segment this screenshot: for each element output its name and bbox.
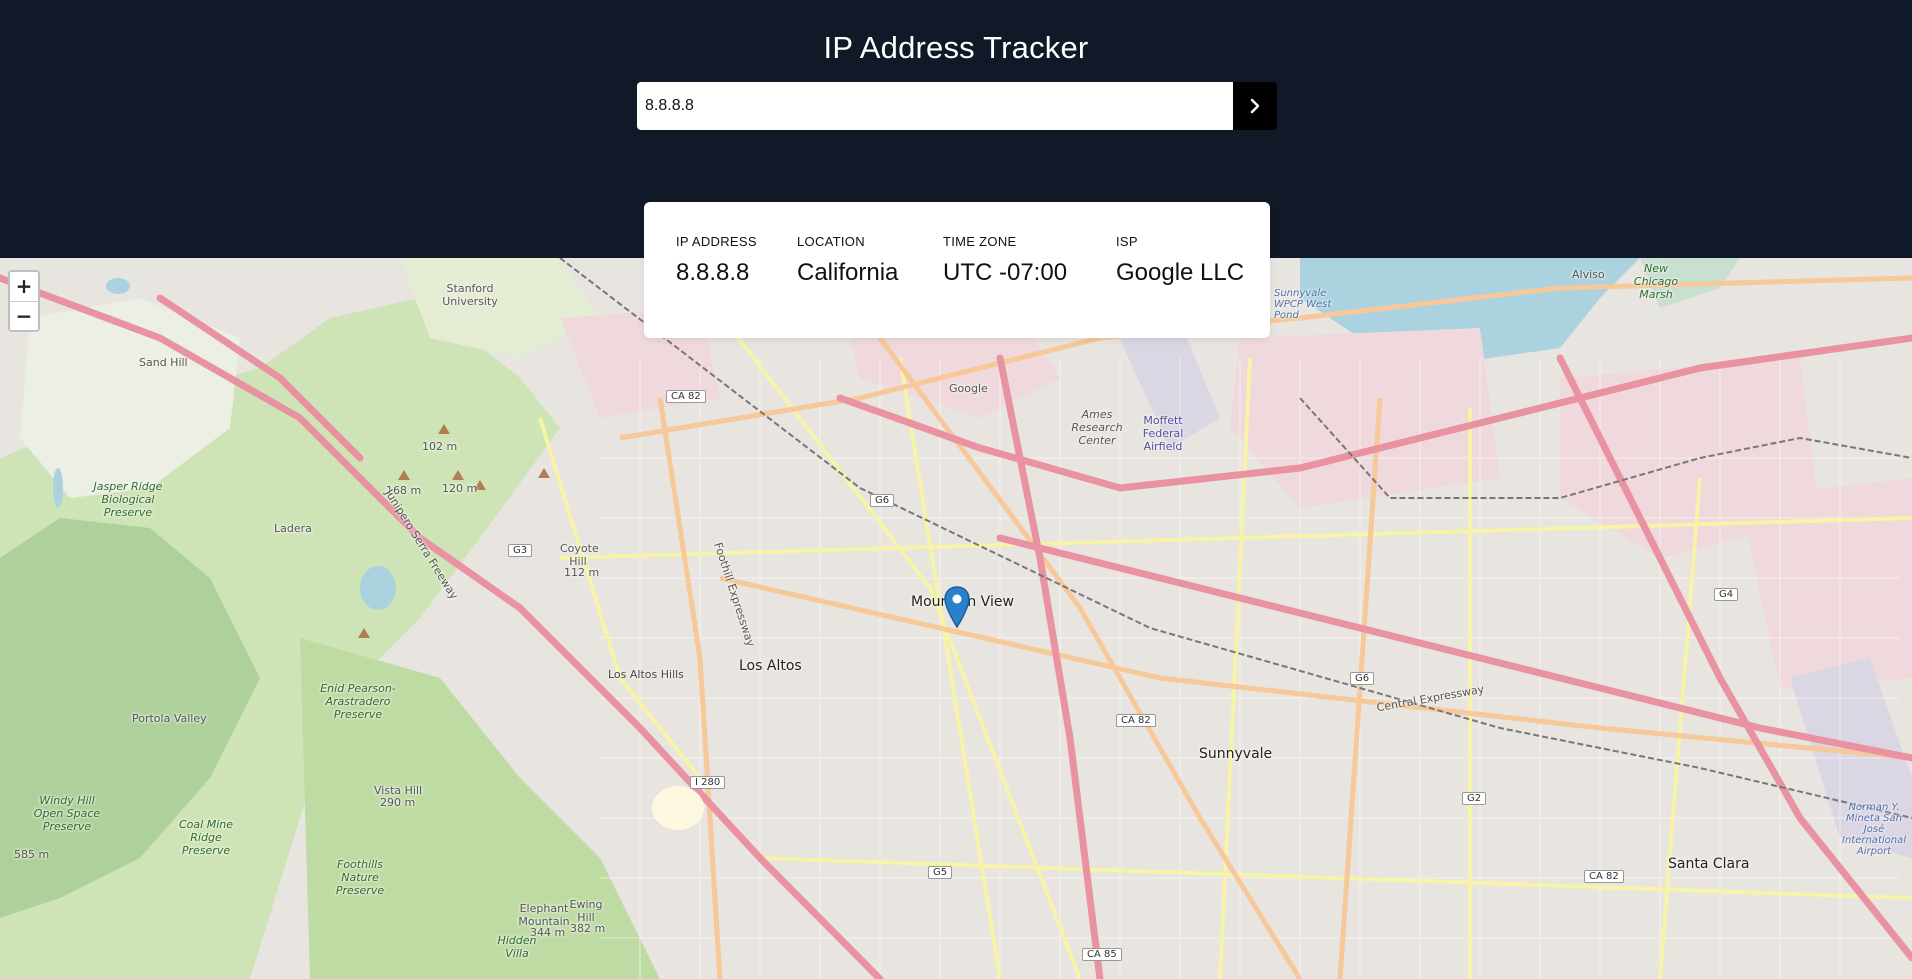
map-label-moffett: Moffett Federal Airfield <box>1142 414 1184 453</box>
map-label-elevation-120: 120 m <box>442 482 478 495</box>
map-label-elevation-102: 102 m <box>422 440 458 453</box>
zoom-out-button[interactable]: − <box>10 301 38 330</box>
map-label-coyote-hill: Coyote Hill <box>560 542 599 568</box>
route-shield: G6 <box>1350 672 1375 685</box>
info-isp: ISP Google LLC <box>1116 234 1244 287</box>
info-value: UTC -07:00 <box>943 259 1068 286</box>
route-shield: CA 82 <box>1116 714 1156 727</box>
map-label-los-altos-hills: Los Altos Hills <box>608 668 684 681</box>
map-label-ewing-hill: Ewing Hill <box>569 898 603 924</box>
map-label-ewing-elevation: 382 m <box>570 922 606 935</box>
map-label-sand-hill: Sand Hill <box>139 356 188 369</box>
zoom-control: + − <box>8 270 40 332</box>
route-shield: I 280 <box>690 776 726 789</box>
info-location: LOCATION California <box>797 234 898 287</box>
map-label-sunnyvale-wpcp: Sunnyvale WPCP West Pond <box>1274 288 1332 321</box>
route-shield: G2 <box>1462 792 1487 805</box>
map-label-portola-valley: Portola Valley <box>132 712 207 725</box>
map-label-foothills: Foothills Nature Preserve <box>335 858 385 897</box>
ip-info-card: IP ADDRESS 8.8.8.8 LOCATION California T… <box>644 202 1270 338</box>
map-label-los-altos: Los Altos <box>739 658 802 674</box>
route-shield: G3 <box>508 544 533 557</box>
map-label-stanford: Stanford University <box>442 282 498 308</box>
map-label-jasper-ridge: Jasper Ridge Biological Preserve <box>93 480 163 519</box>
route-shield: G5 <box>928 866 953 879</box>
zoom-in-button[interactable]: + <box>10 272 38 301</box>
info-label: LOCATION <box>797 234 865 249</box>
info-label: IP ADDRESS <box>676 234 757 249</box>
map-pin-icon[interactable] <box>944 586 970 633</box>
search-form <box>637 82 1277 130</box>
map-label-enid-pearson: Enid Pearson-Arastradero Preserve <box>320 682 396 721</box>
map-label-elevation-585: 585 m <box>14 848 50 861</box>
info-value: Google LLC <box>1116 259 1245 286</box>
map-label-coal-mine: Coal Mine Ridge Preserve <box>179 818 233 857</box>
search-submit-button[interactable] <box>1233 82 1277 130</box>
route-shield: CA 82 <box>1584 870 1624 883</box>
map-label-google: Google <box>949 382 988 395</box>
info-label: ISP <box>1116 234 1138 249</box>
map-label-vista-hill-elevation: 290 m <box>380 796 416 809</box>
route-shield: G4 <box>1714 588 1739 601</box>
map-label-ladera: Ladera <box>274 522 312 535</box>
map-label-coyote-hill-elevation: 112 m <box>564 566 600 579</box>
route-shield: G6 <box>870 494 895 507</box>
map-label-elephant-mountain: Elephant Mountain <box>518 902 570 928</box>
map-label-windy-hill: Windy Hill Open Space Preserve <box>33 794 101 833</box>
map-label-hidden-villa: Hidden Villa <box>497 934 537 960</box>
info-ip-address: IP ADDRESS 8.8.8.8 <box>676 234 757 287</box>
map-label-alviso: Alviso <box>1572 268 1605 281</box>
route-shield: CA 82 <box>666 390 706 403</box>
info-label: TIME ZONE <box>943 234 1017 249</box>
info-time-zone: TIME ZONE UTC -07:00 <box>943 234 1067 287</box>
map-label-santa-clara: Santa Clara <box>1668 856 1750 872</box>
ip-search-input[interactable] <box>637 82 1233 130</box>
page-title: IP Address Tracker <box>823 30 1089 65</box>
route-shield: CA 85 <box>1082 948 1122 961</box>
info-value: 8.8.8.8 <box>676 259 750 286</box>
chevron-right-icon <box>1250 98 1260 114</box>
info-value: California <box>797 259 899 286</box>
map-label-ames: Ames Research Center <box>1071 408 1123 447</box>
map-label-sunnyvale: Sunnyvale <box>1199 746 1273 762</box>
map-label-new-chicago-marsh: New Chicago Marsh <box>1633 262 1679 301</box>
map-label-norman-mineta: Norman Y. Mineta San José International … <box>1842 802 1906 857</box>
